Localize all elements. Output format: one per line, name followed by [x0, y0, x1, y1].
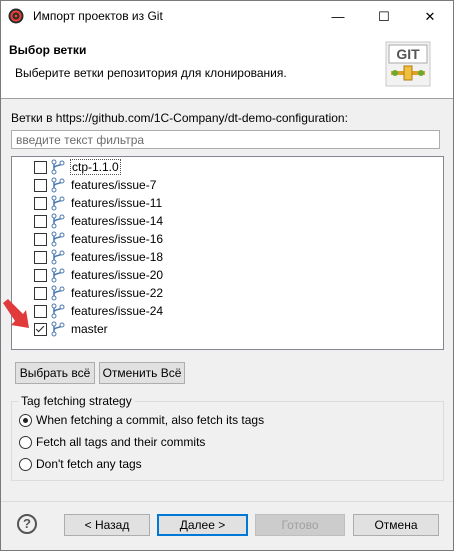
footer-separator	[1, 501, 453, 502]
branch-icon	[50, 213, 66, 229]
cancel-button[interactable]: Отмена	[353, 514, 439, 536]
branch-label: ctp-1.1.0	[70, 159, 121, 175]
cancel-label: Отмена	[374, 518, 418, 532]
branch-icon	[50, 195, 66, 211]
branch-icon	[50, 321, 66, 337]
page-title: Выбор ветки	[9, 43, 87, 57]
back-button[interactable]: < Назад	[64, 514, 150, 536]
branch-row[interactable]: features/issue-11	[12, 194, 443, 212]
deselect-all-label: Отменить Всё	[102, 366, 182, 380]
branch-icon	[50, 285, 66, 301]
branches-label: Ветки в https://github.com/1C-Company/dt…	[11, 111, 348, 125]
branch-checkbox[interactable]	[34, 233, 47, 246]
branch-icon	[50, 231, 66, 247]
branch-label: features/issue-22	[71, 286, 164, 300]
app-icon	[8, 8, 24, 24]
finish-label: Готово	[281, 518, 319, 532]
branch-row[interactable]: features/issue-14	[12, 212, 443, 230]
branch-list: ctp-1.1.0 features/issue-7 features/issue-…	[11, 156, 444, 350]
branch-icon	[50, 159, 66, 175]
branch-icon	[50, 303, 66, 319]
tag-option-radio[interactable]: Fetch all tags and their commits	[19, 434, 419, 452]
branch-icon	[50, 267, 66, 283]
maximize-button[interactable]: ☐	[361, 1, 407, 32]
dialog-window: Импорт проектов из Git — ☐ ✕ Выбор ветки…	[0, 0, 454, 551]
tag-option-radio[interactable]: When fetching a commit, also fetch its t…	[19, 412, 419, 430]
tag-option-label: When fetching a commit, also fetch its t…	[36, 413, 265, 427]
branch-row[interactable]: master	[12, 320, 443, 338]
red-arrow-icon	[3, 299, 29, 328]
branch-label: features/issue-20	[71, 268, 164, 282]
tag-option-label: Fetch all tags and their commits	[36, 435, 206, 449]
branch-checkbox[interactable]	[34, 197, 47, 210]
branch-row[interactable]: ctp-1.1.0	[12, 158, 443, 176]
git-logo-icon: GIT	[385, 41, 431, 87]
branch-checkbox[interactable]	[34, 215, 47, 228]
finish-button: Готово	[255, 514, 345, 536]
radio-circle[interactable]	[19, 436, 32, 449]
wizard-banner: Выбор ветки Выберите ветки репозитория д…	[1, 32, 453, 99]
branch-label: features/issue-7	[71, 178, 157, 192]
tag-option-radio[interactable]: Don't fetch any tags	[19, 456, 419, 474]
deselect-all-button[interactable]: Отменить Всё	[99, 362, 185, 384]
window-title: Импорт проектов из Git	[33, 9, 163, 23]
branch-row[interactable]: features/issue-22	[12, 284, 443, 302]
radio-circle[interactable]	[19, 458, 32, 471]
branch-checkbox[interactable]	[34, 161, 47, 174]
branch-label: master	[71, 322, 108, 336]
git-logo-text: GIT	[396, 46, 420, 62]
page-description: Выберите ветки репозитория для клонирова…	[15, 66, 287, 80]
select-all-button[interactable]: Выбрать всё	[15, 362, 95, 384]
minimize-button[interactable]: —	[315, 1, 361, 32]
branch-icon	[50, 249, 66, 265]
tag-strategy-legend: Tag fetching strategy	[18, 394, 135, 408]
branch-label: features/issue-14	[71, 214, 164, 228]
branch-checkbox[interactable]	[34, 323, 47, 336]
branch-row[interactable]: features/issue-24	[12, 302, 443, 320]
branch-checkbox[interactable]	[34, 287, 47, 300]
branch-checkbox[interactable]	[34, 251, 47, 264]
branch-label: features/issue-24	[71, 304, 164, 318]
radio-circle[interactable]	[19, 414, 32, 427]
branch-row[interactable]: features/issue-16	[12, 230, 443, 248]
title-bar: Импорт проектов из Git — ☐ ✕	[1, 1, 453, 32]
branch-label: features/issue-11	[71, 196, 163, 210]
filter-input[interactable]	[11, 130, 440, 149]
close-button[interactable]: ✕	[407, 1, 453, 32]
branch-label: features/issue-18	[71, 250, 164, 264]
help-button[interactable]: ?	[17, 514, 37, 534]
tag-option-label: Don't fetch any tags	[36, 457, 142, 471]
back-label: < Назад	[84, 518, 130, 532]
branch-checkbox[interactable]	[34, 269, 47, 282]
branch-checkbox[interactable]	[34, 179, 47, 192]
next-button[interactable]: Далее >	[157, 514, 248, 536]
next-label: Далее >	[179, 518, 226, 532]
branch-checkbox[interactable]	[34, 305, 47, 318]
branch-icon	[50, 177, 66, 193]
select-all-label: Выбрать всё	[19, 366, 91, 380]
branch-row[interactable]: features/issue-20	[12, 266, 443, 284]
branch-label: features/issue-16	[71, 232, 164, 246]
branch-row[interactable]: features/issue-18	[12, 248, 443, 266]
branch-row[interactable]: features/issue-7	[12, 176, 443, 194]
